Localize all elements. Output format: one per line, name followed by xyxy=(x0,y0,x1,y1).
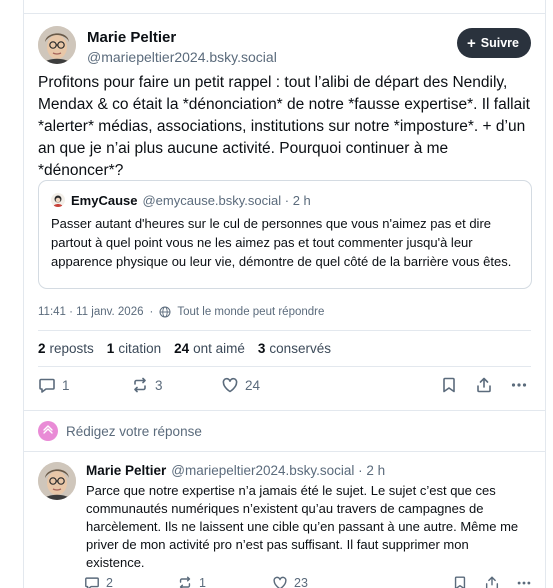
quoted-author-handle: @emycause.bsky.social · 2 h xyxy=(142,192,311,208)
share-icon xyxy=(485,576,499,588)
quoted-post-text: Passer autant d'heures sur le cul de per… xyxy=(51,216,512,269)
author-avatar[interactable] xyxy=(38,26,76,64)
reply-repost-button[interactable]: 1 xyxy=(177,575,206,588)
follow-label: Suivre xyxy=(480,36,519,50)
thread-view: Marie Peltier @mariepeltier2024.bsky.soc… xyxy=(23,0,546,588)
repost-count: 3 xyxy=(155,377,163,393)
follow-button[interactable]: + Suivre xyxy=(457,28,531,58)
compose-icon xyxy=(43,425,53,434)
like-count: 24 xyxy=(245,377,261,393)
reply-author-name[interactable]: Marie Peltier xyxy=(86,463,166,478)
more-icon xyxy=(511,383,527,387)
reply-button[interactable]: 1 xyxy=(38,376,70,394)
saves-stat: 3 conservés xyxy=(257,341,331,356)
more-icon xyxy=(517,581,531,585)
reply-composer[interactable]: Rédigez votre réponse xyxy=(38,421,202,441)
current-user-avatar xyxy=(38,421,58,441)
like-button[interactable]: 24 xyxy=(221,376,260,394)
reply-reply-count: 2 xyxy=(106,576,113,588)
reply-prompt[interactable]: Rédigez votre réponse xyxy=(66,424,202,439)
reply-setting[interactable]: Tout le monde peut répondre xyxy=(177,306,324,318)
heart-icon xyxy=(273,576,287,588)
reply-repost-count: 1 xyxy=(199,576,206,588)
globe-icon xyxy=(159,306,171,318)
quoted-post-header: EmyCause @emycause.bsky.social · 2 h xyxy=(51,192,519,208)
reply-author-avatar[interactable] xyxy=(38,462,76,500)
reply-bookmark-button[interactable] xyxy=(452,575,468,588)
reposts-stat[interactable]: 2 reposts xyxy=(38,341,94,356)
divider xyxy=(24,410,545,411)
plus-icon: + xyxy=(467,34,476,52)
top-divider xyxy=(24,13,545,14)
share-button[interactable] xyxy=(475,376,493,394)
quoted-author-avatar xyxy=(51,193,65,207)
comment-icon xyxy=(85,577,99,588)
post-header: Marie Peltier @mariepeltier2024.bsky.soc… xyxy=(38,26,531,70)
repost-button[interactable]: 3 xyxy=(131,376,163,394)
dot-separator: · xyxy=(149,306,154,318)
bookmark-icon xyxy=(454,576,466,588)
reply-actions: 2 1 23 xyxy=(84,575,533,588)
quotes-stat[interactable]: 1 citation xyxy=(107,341,161,356)
divider xyxy=(38,366,531,367)
divider xyxy=(24,451,545,452)
likes-stat[interactable]: 24 ont aimé xyxy=(174,341,245,356)
reply-count: 1 xyxy=(62,377,70,393)
post-actions: 1 3 24 xyxy=(36,376,533,398)
bookmark-button[interactable] xyxy=(440,376,458,394)
post-text: Profitons pour faire un petit rappel : t… xyxy=(38,74,530,179)
reply-text: Parce que notre expertise n’a jamais été… xyxy=(86,483,519,570)
reply-like-count: 23 xyxy=(294,576,308,588)
reply-more-button[interactable] xyxy=(516,575,532,588)
reply-reply-button[interactable]: 2 xyxy=(84,575,113,588)
author-handle[interactable]: @mariepeltier2024.bsky.social xyxy=(87,49,277,65)
reply-like-button[interactable]: 23 xyxy=(272,575,308,588)
post-stats: 2 reposts 1 citation 24 ont aimé 3 conservés xyxy=(38,341,331,356)
repost-icon xyxy=(134,377,146,393)
quoted-author-name: EmyCause xyxy=(71,192,138,208)
more-button[interactable] xyxy=(510,376,528,394)
reply-header: Marie Peltier @mariepeltier2024.bsky.soc… xyxy=(86,463,385,478)
quoted-post[interactable]: EmyCause @emycause.bsky.social · 2 h Pas… xyxy=(38,180,532,289)
comment-icon xyxy=(39,378,55,393)
divider xyxy=(38,330,531,331)
heart-icon xyxy=(222,377,238,393)
reply-share-button[interactable] xyxy=(484,575,500,588)
author-name[interactable]: Marie Peltier xyxy=(87,29,176,46)
bookmark-icon xyxy=(443,377,455,393)
reply-author-handle[interactable]: @mariepeltier2024.bsky.social · 2 h xyxy=(171,463,385,478)
share-icon xyxy=(477,377,491,393)
post-timestamp: 11:41 · 11 janv. 2026 xyxy=(38,306,144,318)
post-meta: 11:41 · 11 janv. 2026 · Tout le monde pe… xyxy=(38,306,324,318)
repost-icon xyxy=(179,576,191,588)
